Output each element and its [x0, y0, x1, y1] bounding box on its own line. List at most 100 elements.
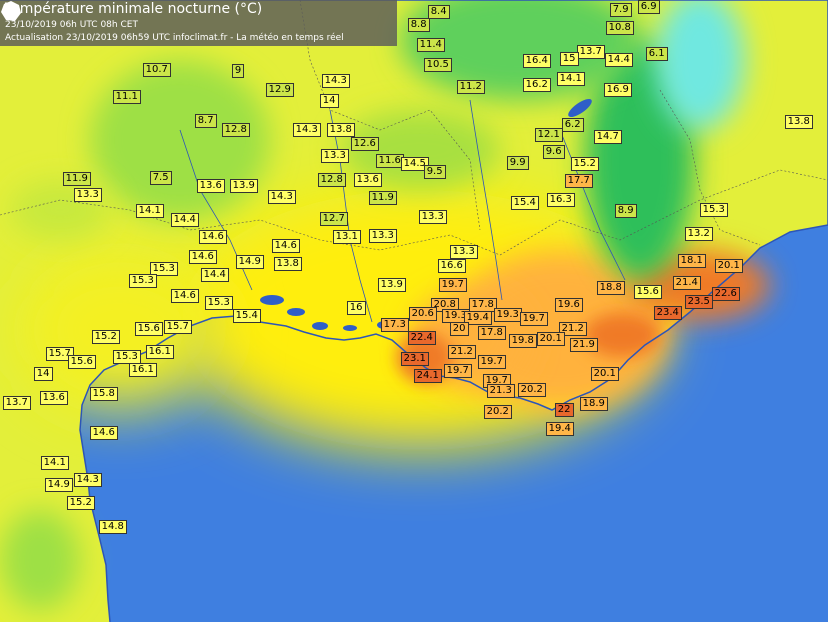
station-temperature-label[interactable]: 15.6	[67, 355, 96, 369]
station-temperature-label[interactable]: 8.4	[427, 5, 450, 19]
station-temperature-label[interactable]: 19.7	[477, 355, 506, 369]
station-temperature-label[interactable]: 22.4	[407, 331, 436, 345]
station-temperature-label[interactable]: 18.9	[579, 397, 608, 411]
station-temperature-label[interactable]: 16.9	[603, 83, 632, 97]
station-temperature-label[interactable]: 15.3	[128, 274, 157, 288]
station-temperature-label[interactable]: 13.3	[418, 210, 447, 224]
station-temperature-label[interactable]: 14.3	[321, 74, 350, 88]
station-temperature-label[interactable]: 17.8	[477, 326, 506, 340]
station-temperature-label[interactable]: 21.2	[447, 345, 476, 359]
station-temperature-label[interactable]: 15.6	[134, 322, 163, 336]
station-temperature-label[interactable]: 14.9	[44, 478, 73, 492]
station-temperature-label[interactable]: 19.7	[443, 364, 472, 378]
station-temperature-label[interactable]: 6.2	[561, 118, 584, 132]
station-temperature-label[interactable]: 13.8	[273, 257, 302, 271]
station-temperature-label[interactable]: 13.9	[229, 179, 258, 193]
station-temperature-label[interactable]: 13.6	[196, 179, 225, 193]
station-temperature-label[interactable]: 21.9	[569, 338, 598, 352]
station-temperature-label[interactable]: 17.3	[380, 318, 409, 332]
station-temperature-label[interactable]: 11.9	[62, 172, 91, 186]
station-temperature-label[interactable]: 14.9	[235, 255, 264, 269]
station-temperature-label[interactable]: 14.6	[170, 289, 199, 303]
station-temperature-label[interactable]: 19.8	[508, 334, 537, 348]
station-temperature-label[interactable]: 11.9	[368, 191, 397, 205]
station-temperature-label[interactable]: 15.2	[66, 496, 95, 510]
station-temperature-label[interactable]: 20.1	[536, 332, 565, 346]
station-temperature-label[interactable]: 14.3	[267, 190, 296, 204]
station-temperature-label[interactable]: 8.7	[194, 114, 217, 128]
station-temperature-label[interactable]: 19.7	[519, 312, 548, 326]
station-temperature-label[interactable]: 15.3	[204, 296, 233, 310]
station-temperature-label[interactable]: 15.2	[570, 157, 599, 171]
station-temperature-label[interactable]: 14.8	[98, 520, 127, 534]
station-temperature-label[interactable]: 14.1	[135, 204, 164, 218]
station-temperature-label[interactable]: 14	[33, 367, 53, 381]
station-temperature-label[interactable]: 20.1	[714, 259, 743, 273]
station-temperature-label[interactable]: 13.9	[377, 278, 406, 292]
station-temperature-label[interactable]: 14.4	[170, 213, 199, 227]
station-temperature-label[interactable]: 20	[449, 322, 469, 336]
station-temperature-label[interactable]: 16.3	[546, 193, 575, 207]
station-temperature-label[interactable]: 10.8	[605, 21, 634, 35]
station-temperature-label[interactable]: 14.6	[271, 239, 300, 253]
station-temperature-label[interactable]: 8.8	[407, 18, 430, 32]
station-temperature-label[interactable]: 15.4	[232, 309, 261, 323]
station-temperature-label[interactable]: 11.2	[456, 80, 485, 94]
station-temperature-label[interactable]: 14.6	[188, 250, 217, 264]
station-temperature-label[interactable]: 13.6	[39, 391, 68, 405]
station-temperature-label[interactable]: 24.1	[413, 369, 442, 383]
station-temperature-label[interactable]: 16.4	[522, 54, 551, 68]
station-temperature-label[interactable]: 12.8	[221, 123, 250, 137]
station-temperature-label[interactable]: 21.3	[486, 384, 515, 398]
station-temperature-label[interactable]: 18.1	[677, 254, 706, 268]
station-temperature-label[interactable]: 13.3	[449, 245, 478, 259]
station-temperature-label[interactable]: 22	[554, 403, 574, 417]
station-temperature-label[interactable]: 10.7	[142, 63, 171, 77]
station-temperature-label[interactable]: 15.3	[112, 350, 141, 364]
station-temperature-label[interactable]: 9.6	[542, 145, 565, 159]
station-temperature-label[interactable]: 15.7	[163, 320, 192, 334]
station-temperature-label[interactable]: 23.4	[653, 306, 682, 320]
station-temperature-label[interactable]: 9.9	[506, 156, 529, 170]
station-temperature-label[interactable]: 7.9	[609, 3, 632, 17]
station-temperature-label[interactable]: 14.1	[556, 72, 585, 86]
station-temperature-label[interactable]: 13.7	[2, 396, 31, 410]
station-temperature-label[interactable]: 13.2	[684, 227, 713, 241]
station-temperature-label[interactable]: 14.7	[593, 130, 622, 144]
temperature-map[interactable]: Température minimale nocturne (°C) 23/10…	[0, 0, 828, 622]
station-temperature-label[interactable]: 17.7	[564, 174, 593, 188]
station-temperature-label[interactable]: 15.4	[510, 196, 539, 210]
station-temperature-label[interactable]: 13.8	[784, 115, 813, 129]
station-temperature-label[interactable]: 13.6	[353, 173, 382, 187]
station-temperature-label[interactable]: 14.6	[198, 230, 227, 244]
station-temperature-label[interactable]: 12.1	[534, 128, 563, 142]
station-temperature-label[interactable]: 11.1	[112, 90, 141, 104]
infoclimat-logo-icon[interactable]	[0, 0, 22, 22]
station-temperature-label[interactable]: 13.3	[320, 149, 349, 163]
station-temperature-label[interactable]: 23.5	[684, 295, 713, 309]
station-temperature-label[interactable]: 16.1	[128, 363, 157, 377]
station-temperature-label[interactable]: 14.4	[200, 268, 229, 282]
station-temperature-label[interactable]: 13.3	[73, 188, 102, 202]
station-temperature-label[interactable]: 9.5	[423, 165, 446, 179]
station-temperature-label[interactable]: 11.4	[416, 38, 445, 52]
station-temperature-label[interactable]: 15.3	[699, 203, 728, 217]
station-temperature-label[interactable]: 14.4	[604, 53, 633, 67]
station-temperature-label[interactable]: 23.1	[400, 352, 429, 366]
station-temperature-label[interactable]: 21.4	[672, 276, 701, 290]
station-temperature-label[interactable]: 20.2	[483, 405, 512, 419]
station-temperature-label[interactable]: 7.5	[149, 171, 172, 185]
station-temperature-label[interactable]: 20.2	[517, 383, 546, 397]
station-temperature-label[interactable]: 9	[231, 64, 245, 78]
station-temperature-label[interactable]: 13.7	[576, 45, 605, 59]
station-temperature-label[interactable]: 18.8	[596, 281, 625, 295]
station-temperature-label[interactable]: 14.1	[40, 456, 69, 470]
station-temperature-label[interactable]: 15.6	[633, 285, 662, 299]
station-temperature-label[interactable]: 8.9	[614, 204, 637, 218]
station-temperature-label[interactable]: 16.6	[437, 259, 466, 273]
station-temperature-label[interactable]: 19.3	[493, 308, 522, 322]
station-temperature-label[interactable]: 20.1	[590, 367, 619, 381]
station-temperature-label[interactable]: 16.2	[522, 78, 551, 92]
station-temperature-label[interactable]: 15	[559, 52, 579, 66]
station-temperature-label[interactable]: 12.6	[350, 137, 379, 151]
